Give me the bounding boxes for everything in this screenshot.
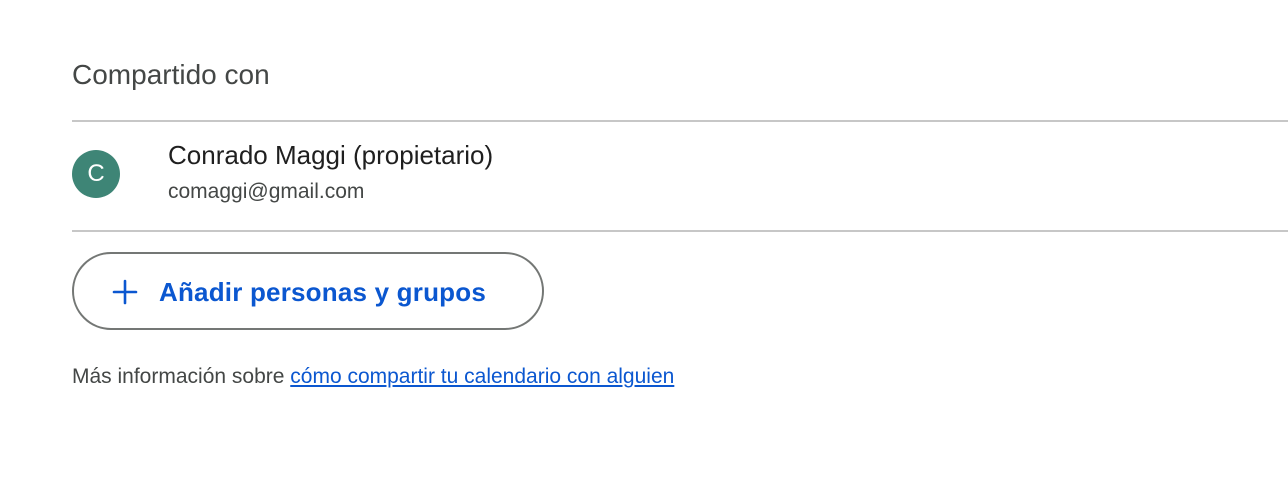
divider-bottom [72, 230, 1288, 232]
section-title: Compartido con [72, 59, 270, 90]
info-prefix: Más información sobre [72, 365, 285, 388]
shared-with-section: Compartido con C Conrado Maggi (propieta… [72, 0, 1288, 484]
member-email: comaggi@gmail.com [168, 180, 365, 203]
share-calendar-help-link[interactable]: cómo compartir tu calendario con alguien [290, 365, 674, 388]
add-people-and-groups-button[interactable]: Añadir personas y grupos [72, 252, 544, 330]
avatar: C [72, 150, 120, 198]
info-line: Más información sobre cómo compartir tu … [72, 362, 674, 392]
member-row: C Conrado Maggi (propietario) comaggi@gm… [72, 122, 1288, 230]
member-name: Conrado Maggi (propietario) [168, 140, 494, 170]
add-button-label: Añadir personas y grupos [159, 277, 486, 307]
plus-icon [112, 279, 138, 305]
